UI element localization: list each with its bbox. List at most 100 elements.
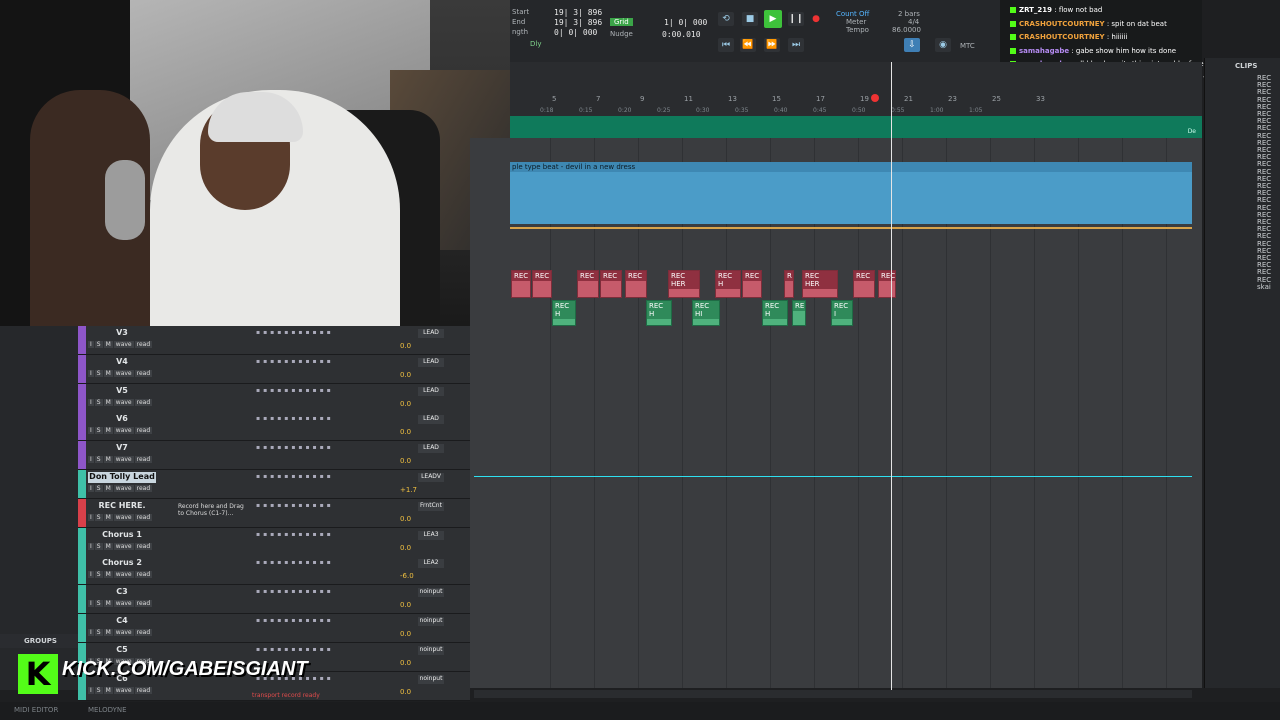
track-name[interactable]: Chorus 2 bbox=[88, 558, 156, 569]
track-output-selector[interactable]: noinput bbox=[418, 617, 444, 626]
track-name[interactable]: V4 bbox=[88, 357, 156, 368]
track-wave-button[interactable]: wave bbox=[113, 542, 134, 550]
track-wave-button[interactable]: wave bbox=[113, 629, 134, 636]
track-read-button[interactable]: read bbox=[134, 456, 153, 464]
audio-clip[interactable]: REC bbox=[577, 270, 599, 298]
track-output-selector[interactable]: noinput bbox=[418, 588, 444, 598]
track-wave-button[interactable]: wave bbox=[113, 571, 134, 579]
rewind-button[interactable]: ⏪ bbox=[740, 38, 756, 52]
track-read-button[interactable]: read bbox=[134, 542, 153, 550]
track-i-button[interactable]: I bbox=[88, 427, 94, 435]
track-row[interactable]: V4 I S Mwave read ▪▪▪▪▪▪▪▪▪▪▪ LEAD 0.0 bbox=[78, 354, 470, 384]
track-read-button[interactable]: read bbox=[134, 369, 153, 377]
track-wave-button[interactable]: wave bbox=[113, 398, 134, 406]
track-s-button[interactable]: S bbox=[94, 571, 103, 579]
track-i-button[interactable]: I bbox=[88, 542, 94, 550]
track-wave-button[interactable]: wave bbox=[113, 369, 134, 377]
track-name[interactable]: V3 bbox=[88, 328, 156, 339]
audio-clip[interactable]: REC bbox=[742, 270, 762, 298]
track-output-selector[interactable]: LEA3 bbox=[418, 530, 444, 540]
track-name[interactable]: Chorus 1 bbox=[88, 530, 156, 541]
track-i-button[interactable]: I bbox=[88, 369, 94, 377]
track-m-button[interactable]: M bbox=[103, 341, 113, 348]
meter-value[interactable]: 4/4 bbox=[908, 18, 919, 26]
track-volume[interactable]: +1.7 bbox=[400, 486, 417, 494]
insert-slots[interactable]: ▪▪▪▪▪▪▪▪▪▪▪ bbox=[256, 531, 334, 538]
track-output-selector[interactable]: noinput bbox=[418, 645, 444, 655]
track-row[interactable]: V7 I S Mwave read ▪▪▪▪▪▪▪▪▪▪▪ LEAD 0.0 bbox=[78, 441, 470, 471]
tab-midi-editor[interactable]: MIDI EDITOR bbox=[14, 706, 58, 714]
track-volume[interactable]: 0.0 bbox=[400, 457, 411, 465]
track-i-button[interactable]: I bbox=[88, 629, 94, 636]
track-read-button[interactable]: read bbox=[134, 485, 153, 492]
track-m-button[interactable]: M bbox=[103, 427, 113, 435]
track-read-button[interactable]: read bbox=[134, 398, 153, 406]
track-volume[interactable]: 0.0 bbox=[400, 515, 411, 523]
end-counter[interactable]: 19| 3| 896 bbox=[554, 18, 602, 27]
midi-merge-icon[interactable]: ⇩ bbox=[904, 38, 920, 52]
nudge-value[interactable]: 0:00.010 bbox=[662, 30, 701, 39]
insert-slots[interactable]: ▪▪▪▪▪▪▪▪▪▪▪ bbox=[256, 329, 334, 336]
track-s-button[interactable]: S bbox=[94, 427, 103, 435]
track-m-button[interactable]: M bbox=[103, 369, 113, 377]
track-name[interactable]: V6 bbox=[88, 414, 156, 425]
audio-clip[interactable]: REC H bbox=[762, 300, 788, 326]
track-row[interactable]: C4 I S Mwave read ▪▪▪▪▪▪▪▪▪▪▪ noinput 0.0 bbox=[78, 614, 470, 643]
track-output-selector[interactable]: LEAD bbox=[418, 386, 444, 396]
audio-clip[interactable]: REC I bbox=[831, 300, 853, 326]
track-m-button[interactable]: M bbox=[103, 542, 113, 550]
track-volume[interactable]: 0.0 bbox=[400, 428, 411, 436]
track-output-selector[interactable]: LEADV bbox=[418, 473, 444, 482]
stop-button[interactable]: ■ bbox=[742, 12, 758, 26]
audio-clip[interactable]: RE bbox=[792, 300, 806, 326]
track-output-selector[interactable]: noinput bbox=[418, 674, 444, 684]
audio-clip[interactable]: REC bbox=[600, 270, 622, 298]
record-button[interactable]: ● bbox=[808, 12, 824, 26]
track-read-button[interactable]: read bbox=[134, 600, 153, 608]
track-volume[interactable]: 0.0 bbox=[400, 601, 411, 609]
play-button[interactable]: ▶ bbox=[764, 10, 782, 28]
insert-slots[interactable]: ▪▪▪▪▪▪▪▪▪▪▪ bbox=[256, 559, 334, 566]
chat-username[interactable]: CRASHOUTCOURTNEY bbox=[1019, 33, 1105, 41]
audio-clip[interactable]: REC H bbox=[646, 300, 672, 326]
loop-icon[interactable]: ⟲ bbox=[718, 12, 734, 26]
track-volume[interactable]: -6.0 bbox=[400, 572, 414, 580]
track-wave-button[interactable]: wave bbox=[113, 513, 134, 521]
marker-ruler[interactable]: De bbox=[510, 116, 1202, 138]
fast-forward-button[interactable]: ⏩ bbox=[764, 38, 780, 52]
audio-clip[interactable]: REC HER bbox=[802, 270, 838, 298]
track-name[interactable]: V5 bbox=[88, 386, 156, 397]
track-name[interactable]: C3 bbox=[88, 587, 156, 598]
track-read-button[interactable]: read bbox=[134, 341, 153, 348]
clip-list-item[interactable]: skai bbox=[1257, 283, 1271, 291]
audio-clip[interactable]: REC HI bbox=[692, 300, 720, 326]
track-s-button[interactable]: S bbox=[94, 398, 103, 406]
count-off-bars[interactable]: 2 bars bbox=[898, 10, 920, 18]
track-read-button[interactable]: read bbox=[134, 513, 153, 521]
insert-slots[interactable]: ▪▪▪▪▪▪▪▪▪▪▪ bbox=[256, 646, 334, 653]
track-s-button[interactable]: S bbox=[94, 629, 103, 636]
track-s-button[interactable]: S bbox=[94, 369, 103, 377]
mtc-button[interactable]: MTC bbox=[960, 42, 975, 50]
track-wave-button[interactable]: wave bbox=[113, 600, 134, 608]
chat-username[interactable]: ZRT_219 bbox=[1019, 6, 1052, 14]
track-wave-button[interactable]: wave bbox=[113, 427, 134, 435]
insert-slots[interactable]: ▪▪▪▪▪▪▪▪▪▪▪ bbox=[256, 473, 334, 480]
track-volume[interactable]: 0.0 bbox=[400, 342, 411, 350]
audio-clip[interactable]: REC bbox=[853, 270, 875, 298]
insert-slots[interactable]: ▪▪▪▪▪▪▪▪▪▪▪ bbox=[256, 444, 334, 451]
timeline-ruler[interactable]: 5 7 9 11 13 15 17 19 21 23 25 33 0:18 0:15 0:20 0:25 0:3… bbox=[510, 62, 1202, 116]
track-row[interactable]: Chorus 1 I S Mwave read ▪▪▪▪▪▪▪▪▪▪▪ LEA3 0.0 bbox=[78, 527, 470, 557]
track-row[interactable]: Don Tolly Lead I S Mwave read ▪▪▪▪▪▪▪▪▪▪▪ LEAD… bbox=[78, 470, 470, 499]
track-name[interactable]: C4 bbox=[88, 616, 156, 627]
horizontal-scrollbar[interactable] bbox=[474, 690, 1192, 698]
track-row[interactable]: V5 I S Mwave read ▪▪▪▪▪▪▪▪▪▪▪ LEAD 0.0 bbox=[78, 383, 470, 413]
audio-clip[interactable]: REC bbox=[511, 270, 531, 298]
grid-badge[interactable]: Grid bbox=[610, 18, 633, 26]
track-i-button[interactable]: I bbox=[88, 571, 94, 579]
go-to-end-button[interactable]: ⏭ bbox=[788, 38, 804, 52]
track-s-button[interactable]: S bbox=[94, 485, 103, 492]
insert-slots[interactable]: ▪▪▪▪▪▪▪▪▪▪▪ bbox=[256, 502, 334, 509]
track-row[interactable]: Chorus 2 I S Mwave read ▪▪▪▪▪▪▪▪▪▪▪ LEA2 -6.0 bbox=[78, 556, 470, 586]
track-m-button[interactable]: M bbox=[103, 600, 113, 608]
